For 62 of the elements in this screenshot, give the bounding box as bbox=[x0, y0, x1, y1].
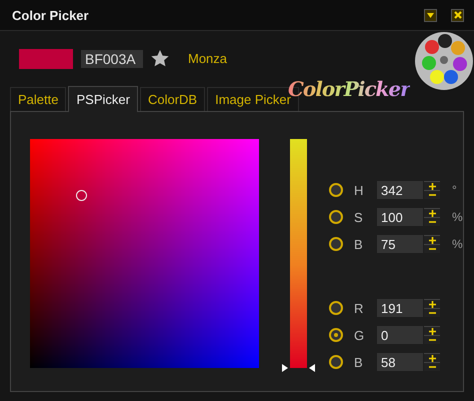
increment-button[interactable] bbox=[424, 326, 440, 335]
window-title: Color Picker bbox=[12, 8, 90, 22]
radio-button[interactable] bbox=[329, 355, 343, 369]
radio-button[interactable] bbox=[329, 237, 343, 251]
radio-button[interactable] bbox=[329, 301, 343, 315]
minus-icon bbox=[428, 312, 436, 314]
channel-label: S bbox=[354, 210, 364, 224]
tab[interactable]: PSPicker bbox=[68, 86, 138, 112]
tab[interactable]: ColorDB bbox=[140, 87, 206, 111]
radio-button[interactable] bbox=[329, 328, 343, 342]
plus-icon bbox=[428, 182, 436, 190]
plus-icon bbox=[428, 210, 436, 216]
picker-cursor[interactable] bbox=[76, 190, 88, 202]
value-field[interactable]: 191 bbox=[377, 299, 423, 317]
decrement-button[interactable] bbox=[424, 308, 440, 317]
minus-icon bbox=[428, 221, 436, 223]
increment-button[interactable] bbox=[424, 181, 440, 190]
close-icon bbox=[454, 11, 462, 19]
unit-label: % bbox=[452, 237, 463, 251]
tab[interactable]: Palette bbox=[10, 87, 66, 111]
increment-button[interactable] bbox=[424, 353, 440, 362]
minimize-button[interactable] bbox=[424, 8, 437, 22]
color-name: Monza bbox=[188, 51, 228, 66]
channel-label: B bbox=[354, 354, 364, 370]
channel-label: B bbox=[354, 236, 364, 252]
decrement-button[interactable] bbox=[424, 335, 440, 344]
channel-label: G bbox=[354, 328, 366, 342]
decrement-button[interactable] bbox=[424, 217, 440, 226]
hex-field[interactable]: BF003A bbox=[81, 50, 143, 68]
slider-track[interactable] bbox=[290, 139, 307, 368]
unit-label: ° bbox=[452, 183, 457, 197]
channel-slider[interactable] bbox=[282, 139, 315, 372]
minus-icon bbox=[428, 366, 436, 368]
color-field[interactable] bbox=[30, 139, 259, 368]
increment-button[interactable] bbox=[424, 299, 440, 308]
channel-label: H bbox=[354, 182, 364, 198]
value-field[interactable]: 75 bbox=[377, 235, 423, 253]
color-swatch bbox=[19, 48, 73, 68]
decrement-button[interactable] bbox=[424, 190, 440, 199]
plus-icon bbox=[428, 354, 436, 362]
plus-icon bbox=[428, 300, 436, 308]
star-icon[interactable] bbox=[151, 50, 169, 67]
value-field[interactable]: 0 bbox=[377, 326, 423, 344]
minus-icon bbox=[428, 194, 436, 196]
increment-button[interactable] bbox=[424, 235, 440, 244]
value-field[interactable]: 100 bbox=[377, 208, 423, 226]
slider-handle[interactable] bbox=[282, 364, 315, 372]
increment-button[interactable] bbox=[424, 208, 440, 217]
radio-button[interactable] bbox=[329, 210, 343, 224]
value-field[interactable]: 58 bbox=[377, 353, 423, 371]
minus-icon bbox=[428, 339, 436, 341]
radio-button[interactable] bbox=[329, 183, 343, 197]
plus-icon bbox=[428, 236, 436, 244]
unit-label: % bbox=[452, 210, 463, 224]
decrement-button[interactable] bbox=[424, 244, 440, 253]
plus-icon bbox=[428, 328, 436, 334]
channel-label: R bbox=[354, 300, 364, 316]
close-button[interactable] bbox=[451, 8, 464, 22]
decrement-button[interactable] bbox=[424, 362, 440, 371]
caret-down-icon bbox=[427, 12, 434, 18]
value-field[interactable]: 342 bbox=[377, 181, 423, 199]
minus-icon bbox=[428, 248, 436, 250]
